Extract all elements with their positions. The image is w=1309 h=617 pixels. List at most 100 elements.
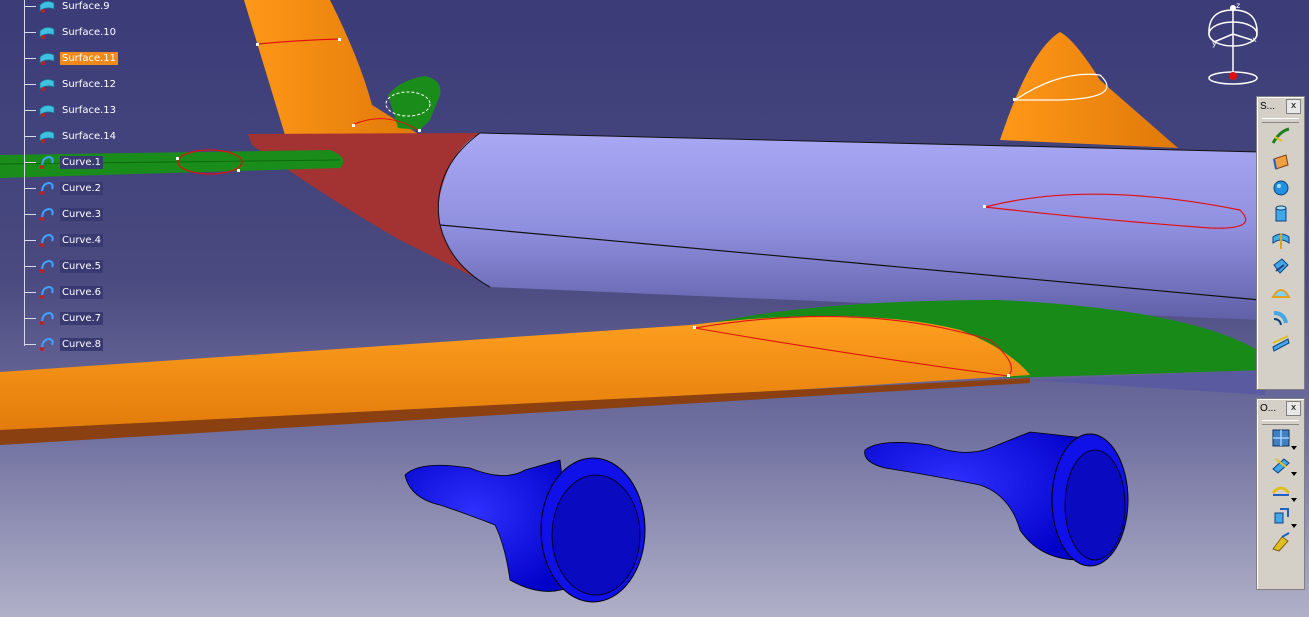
- join-button[interactable]: [1268, 427, 1297, 453]
- compass-y-label: y: [1212, 39, 1217, 48]
- tree-item-label: Curve.7: [60, 311, 104, 325]
- tree-item-label: Surface.12: [62, 78, 116, 90]
- tree-item-label: Surface.9: [62, 0, 110, 12]
- tree-item-surface[interactable]: Surface.13: [24, 100, 118, 120]
- tree-item-label: Curve.6: [60, 285, 104, 299]
- surfaces-toolbar-titlebar[interactable]: S... x: [1257, 97, 1304, 115]
- compass-icon[interactable]: y x z: [1198, 0, 1268, 90]
- tree-connector: [24, 31, 36, 33]
- tree-connector: [24, 291, 36, 293]
- right-fin-surface: [1000, 32, 1178, 148]
- left-nacelle: [404, 457, 646, 603]
- curve-icon: [38, 205, 56, 223]
- tree-item-label: Surface.10: [62, 26, 116, 38]
- dropdown-arrow-icon[interactable]: [1290, 498, 1297, 502]
- tree-item-curve[interactable]: Curve.7: [24, 308, 104, 328]
- tree-connector: [24, 83, 36, 85]
- surface-icon: [38, 0, 56, 15]
- tree-item-surface[interactable]: Surface.10: [24, 22, 118, 42]
- revolve-button[interactable]: [1268, 230, 1294, 254]
- tree-item-surface[interactable]: Surface.9: [24, 0, 112, 16]
- fillet-icon: [1270, 479, 1292, 505]
- transform-button[interactable]: [1268, 505, 1297, 531]
- operations-toolbar-titlebar[interactable]: O... x: [1257, 399, 1304, 417]
- cylinder-icon: [1270, 203, 1292, 229]
- tree-connector: [24, 5, 36, 7]
- curve-icon: [38, 179, 56, 197]
- tree-item-curve[interactable]: Curve.8: [24, 334, 104, 354]
- tree-item-curve[interactable]: Curve.6: [24, 282, 104, 302]
- operations-toolbar-title: O...: [1260, 402, 1277, 414]
- fill-icon: [1270, 281, 1292, 307]
- tree-item-label: Curve.8: [60, 337, 104, 351]
- sphere-icon: [1270, 177, 1292, 203]
- transform-icon: [1270, 505, 1292, 531]
- tree-item-label: Curve.5: [60, 259, 104, 273]
- curve-icon: [38, 283, 56, 301]
- tree-connector: [24, 239, 36, 241]
- dropdown-arrow-icon[interactable]: [1290, 472, 1297, 476]
- tree-item-curve[interactable]: Curve.4: [24, 230, 104, 250]
- main-wing-surface: [0, 316, 1030, 440]
- offset-button[interactable]: [1268, 256, 1294, 280]
- surface-icon: [38, 75, 56, 93]
- fillet-button[interactable]: [1268, 479, 1297, 505]
- surface-icon: [38, 23, 56, 41]
- surface-icon: [38, 127, 56, 145]
- join-icon: [1270, 427, 1292, 453]
- dropdown-arrow-icon[interactable]: [1290, 524, 1297, 528]
- surface-icon: [38, 101, 56, 119]
- tree-item-curve[interactable]: Curve.1: [24, 152, 104, 172]
- extrude-button[interactable]: [1268, 152, 1294, 176]
- fuselage-surface: [438, 133, 1260, 320]
- operations-toolbar-close-button[interactable]: x: [1286, 400, 1301, 416]
- tree-item-label: Curve.2: [60, 181, 104, 195]
- surfaces-toolbar-close-button[interactable]: x: [1286, 98, 1301, 114]
- tree-connector: [24, 109, 36, 111]
- fill-button[interactable]: [1268, 282, 1294, 306]
- multi-section-button[interactable]: [1268, 334, 1294, 358]
- curve-icon: [38, 231, 56, 249]
- cylinder-button[interactable]: [1268, 204, 1294, 228]
- extrapolate-button[interactable]: [1268, 532, 1294, 556]
- tree-item-label: Curve.1: [60, 155, 104, 169]
- tree-item-surface[interactable]: Surface.12: [24, 74, 118, 94]
- tree-item-curve[interactable]: Curve.3: [24, 204, 104, 224]
- tree-connector: [24, 265, 36, 267]
- curve-icon: [38, 153, 56, 171]
- right-nacelle: [864, 431, 1129, 567]
- tree-item-surface[interactable]: Surface.11: [24, 48, 118, 68]
- sphere-button[interactable]: [1268, 178, 1294, 202]
- tree-connector: [24, 135, 36, 137]
- specification-tree: Surface.9 Surface.10 Surface.11 Surface.12 S…: [0, 0, 140, 360]
- tree-connector: [24, 317, 36, 319]
- tree-connector: [24, 187, 36, 189]
- blend-button[interactable]: [1268, 308, 1294, 332]
- revolve-icon: [1270, 229, 1292, 255]
- dropdown-arrow-icon[interactable]: [1290, 446, 1297, 450]
- sweep-button[interactable]: [1268, 126, 1294, 150]
- curve-icon: [38, 309, 56, 327]
- toolbar-grip[interactable]: [1262, 118, 1299, 123]
- tree-item-label: Curve.4: [60, 233, 104, 247]
- compass-z-label: z: [1236, 1, 1240, 10]
- compass-x-label: x: [1252, 35, 1257, 44]
- split-icon: [1270, 453, 1292, 479]
- tree-connector: [24, 57, 36, 59]
- tree-item-curve[interactable]: Curve.5: [24, 256, 104, 276]
- curve-icon: [38, 335, 56, 353]
- blend-icon: [1270, 307, 1292, 333]
- tree-connector: [24, 161, 36, 163]
- 3d-viewport[interactable]: [0, 0, 1309, 617]
- tree-item-curve[interactable]: Curve.2: [24, 178, 104, 198]
- split-button[interactable]: [1268, 453, 1297, 479]
- surfaces-toolbar[interactable]: S... x: [1256, 96, 1305, 390]
- tree-item-label: Curve.3: [60, 207, 104, 221]
- operations-toolbar[interactable]: O... x: [1256, 398, 1305, 590]
- tree-item-label: Surface.14: [62, 130, 116, 142]
- surfaces-toolbar-title: S...: [1260, 100, 1276, 112]
- extrapolate-icon: [1270, 531, 1292, 557]
- tree-item-surface[interactable]: Surface.14: [24, 126, 118, 146]
- surface-icon: [38, 49, 56, 67]
- toolbar-grip[interactable]: [1262, 420, 1299, 425]
